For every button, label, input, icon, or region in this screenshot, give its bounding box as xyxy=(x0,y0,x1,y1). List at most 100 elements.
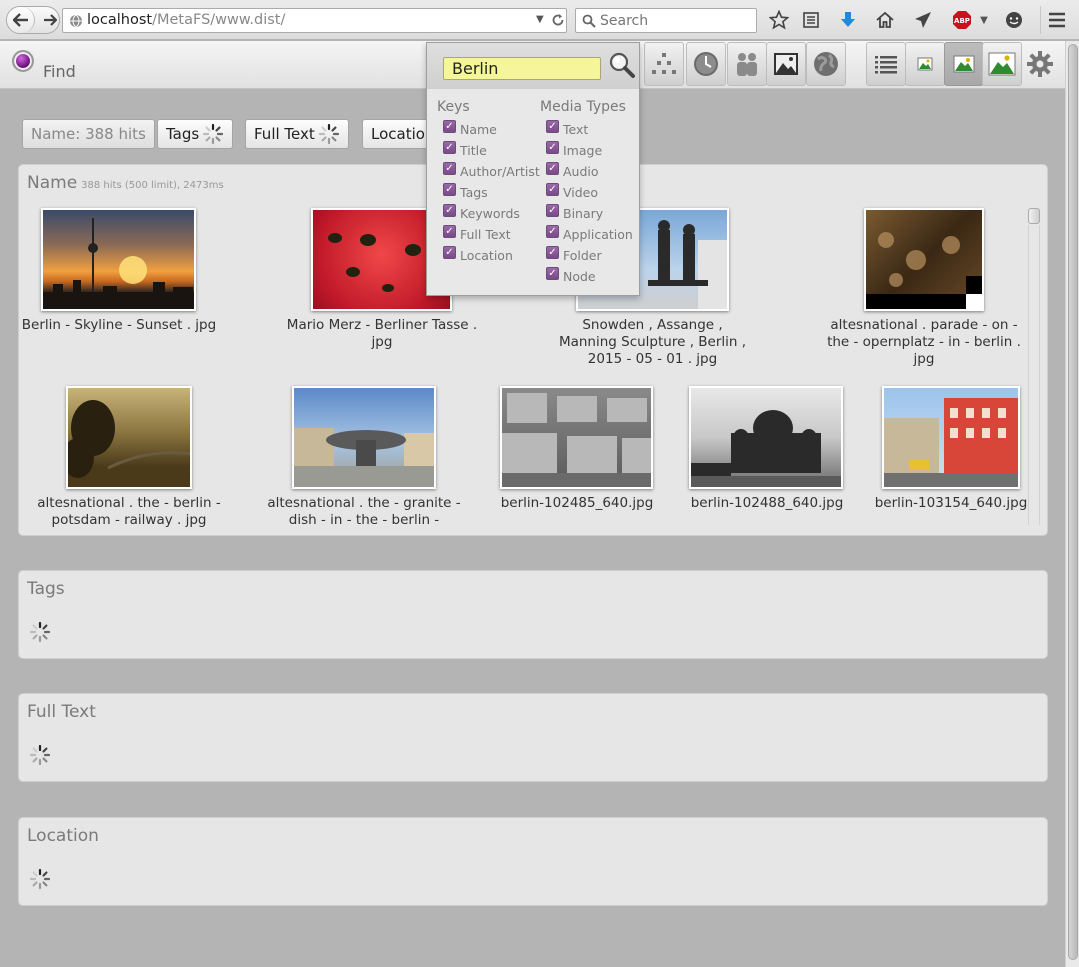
clock-icon xyxy=(694,52,718,76)
checkbox-checked-icon[interactable]: ✓ xyxy=(443,162,456,175)
checkbox-checked-icon[interactable]: ✓ xyxy=(443,225,456,238)
page-scrollbar[interactable] xyxy=(1065,41,1079,967)
back-button[interactable] xyxy=(7,7,35,33)
landscape-image-icon xyxy=(774,53,798,75)
thumbnail-berlin-102488[interactable] xyxy=(689,386,843,489)
checkbox-checked-icon[interactable]: ✓ xyxy=(443,141,456,154)
forward-button[interactable] xyxy=(40,7,60,33)
checkbox-checked-icon[interactable]: ✓ xyxy=(546,204,559,217)
map-view-button[interactable] xyxy=(806,42,846,86)
panel-title-location: Location xyxy=(27,826,99,846)
chevron-down-icon[interactable]: ▼ xyxy=(536,14,544,25)
key-option-fulltext[interactable]: ✓ Full Text xyxy=(443,224,540,245)
search-icon[interactable] xyxy=(608,51,636,79)
media-option-audio[interactable]: ✓ Audio xyxy=(546,161,633,182)
thumbnail-parade-opernplatz[interactable] xyxy=(864,208,984,311)
key-option-location[interactable]: ✓ Location xyxy=(443,245,540,266)
star-icon xyxy=(769,10,789,30)
checkbox-checked-icon[interactable]: ✓ xyxy=(546,162,559,175)
people-icon xyxy=(737,53,757,76)
send-button[interactable] xyxy=(912,9,934,31)
reading-list-button[interactable] xyxy=(800,9,822,31)
railway-painting-image xyxy=(68,400,190,478)
adblock-button[interactable]: ABP xyxy=(951,9,973,31)
thumbnail-granite-dish[interactable] xyxy=(292,386,436,489)
smiley-icon xyxy=(1006,12,1022,28)
tags-results-panel: Tags xyxy=(18,570,1048,659)
checkbox-checked-icon[interactable]: ✓ xyxy=(546,141,559,154)
list-view-button[interactable] xyxy=(866,42,906,86)
key-option-name[interactable]: ✓ Name xyxy=(443,119,540,140)
checkbox-checked-icon[interactable]: ✓ xyxy=(546,183,559,196)
checkbox-checked-icon[interactable]: ✓ xyxy=(546,120,559,133)
people-view-button[interactable] xyxy=(727,42,767,86)
metafs-logo-icon[interactable] xyxy=(12,50,34,72)
granite-dish-image xyxy=(294,428,434,487)
checkbox-checked-icon[interactable]: ✓ xyxy=(443,204,456,217)
scrollbar-track[interactable] xyxy=(1028,225,1040,525)
home-button[interactable] xyxy=(874,9,896,31)
painting-parade-image xyxy=(866,232,982,309)
checkbox-checked-icon[interactable]: ✓ xyxy=(546,246,559,259)
key-option-title[interactable]: ✓ Title xyxy=(443,140,540,161)
query-input[interactable] xyxy=(443,57,601,80)
image-view-button[interactable] xyxy=(766,42,806,86)
keys-heading: Keys xyxy=(437,99,470,115)
checkbox-checked-icon[interactable]: ✓ xyxy=(443,246,456,259)
checkbox-checked-icon[interactable]: ✓ xyxy=(443,120,456,133)
caption-mario-merz: Mario Merz - Berliner Tasse . jpg xyxy=(286,317,478,350)
key-option-keywords[interactable]: ✓ Keywords xyxy=(443,203,540,224)
arrow-right-icon xyxy=(44,14,57,26)
arrow-left-icon xyxy=(12,13,28,27)
emoji-addon-button[interactable] xyxy=(1003,9,1025,31)
tags-hits-button[interactable]: Tags xyxy=(157,119,234,149)
loading-spinner-icon xyxy=(29,744,51,766)
tree-view-button[interactable] xyxy=(644,42,684,86)
media-option-node[interactable]: ✓ Node xyxy=(546,266,633,287)
name-hits-button[interactable]: Name: 388 hits xyxy=(22,119,155,149)
hit-stats: 388 hits (500 limit), 2473ms xyxy=(81,180,224,191)
downloads-button[interactable] xyxy=(837,9,859,31)
key-option-author[interactable]: ✓ Author/Artist xyxy=(443,161,540,182)
fulltext-hits-button[interactable]: Full Text xyxy=(245,119,349,149)
browser-search-input[interactable] xyxy=(600,11,750,30)
thumbnail-berlin-102485[interactable] xyxy=(500,386,653,489)
large-thumbnails-button[interactable] xyxy=(982,42,1022,86)
medium-thumbnails-button[interactable] xyxy=(944,42,984,86)
results-scrollbar[interactable] xyxy=(1027,205,1041,527)
caption-granite-dish: altesnational . the - granite - dish - i… xyxy=(267,495,461,528)
panel-title-tags: Tags xyxy=(27,579,65,599)
media-option-application[interactable]: ✓ Application xyxy=(546,224,633,245)
scrollbar-thumb[interactable] xyxy=(1028,208,1040,224)
adblock-dropdown[interactable]: ▼ xyxy=(978,9,990,31)
time-view-button[interactable] xyxy=(686,42,726,86)
checkbox-checked-icon[interactable]: ✓ xyxy=(546,267,559,280)
thumbnail-berlin-103154[interactable] xyxy=(882,386,1020,489)
media-option-folder[interactable]: ✓ Folder xyxy=(546,245,633,266)
reading-list-icon xyxy=(803,12,819,28)
media-option-video[interactable]: ✓ Video xyxy=(546,182,633,203)
thumbnail-berlin-skyline[interactable] xyxy=(41,208,196,311)
address-bar[interactable]: localhost/MetaFS/www.dist/ ▼ xyxy=(62,8,567,33)
settings-button[interactable] xyxy=(1020,42,1060,86)
download-arrow-icon xyxy=(841,12,855,27)
caption-berlin-102488: berlin-102488_640.jpg xyxy=(690,495,844,511)
panel-title-name: Name 388 hits (500 limit), 2473ms xyxy=(27,173,224,193)
small-thumbnails-button[interactable] xyxy=(905,42,945,86)
menu-button[interactable] xyxy=(1046,9,1068,31)
checkbox-checked-icon[interactable]: ✓ xyxy=(443,183,456,196)
media-option-text[interactable]: ✓ Text xyxy=(546,119,633,140)
browser-search-bar[interactable] xyxy=(575,8,757,33)
media-option-image[interactable]: ✓ Image xyxy=(546,140,633,161)
reload-icon[interactable] xyxy=(550,12,566,28)
location-hits-button[interactable]: Location xyxy=(362,119,432,149)
paper-plane-icon xyxy=(915,12,931,28)
page-scrollbar-thumb[interactable] xyxy=(1068,44,1078,960)
checkbox-checked-icon[interactable]: ✓ xyxy=(546,225,559,238)
nav-buttons xyxy=(6,6,60,34)
key-option-tags[interactable]: ✓ Tags xyxy=(443,182,540,203)
thumbnail-potsdam-railway[interactable] xyxy=(66,386,192,489)
bookmark-star-button[interactable] xyxy=(768,9,790,31)
caption-potsdam-railway: altesnational . the - berlin - potsdam -… xyxy=(37,495,221,528)
media-option-binary[interactable]: ✓ Binary xyxy=(546,203,633,224)
